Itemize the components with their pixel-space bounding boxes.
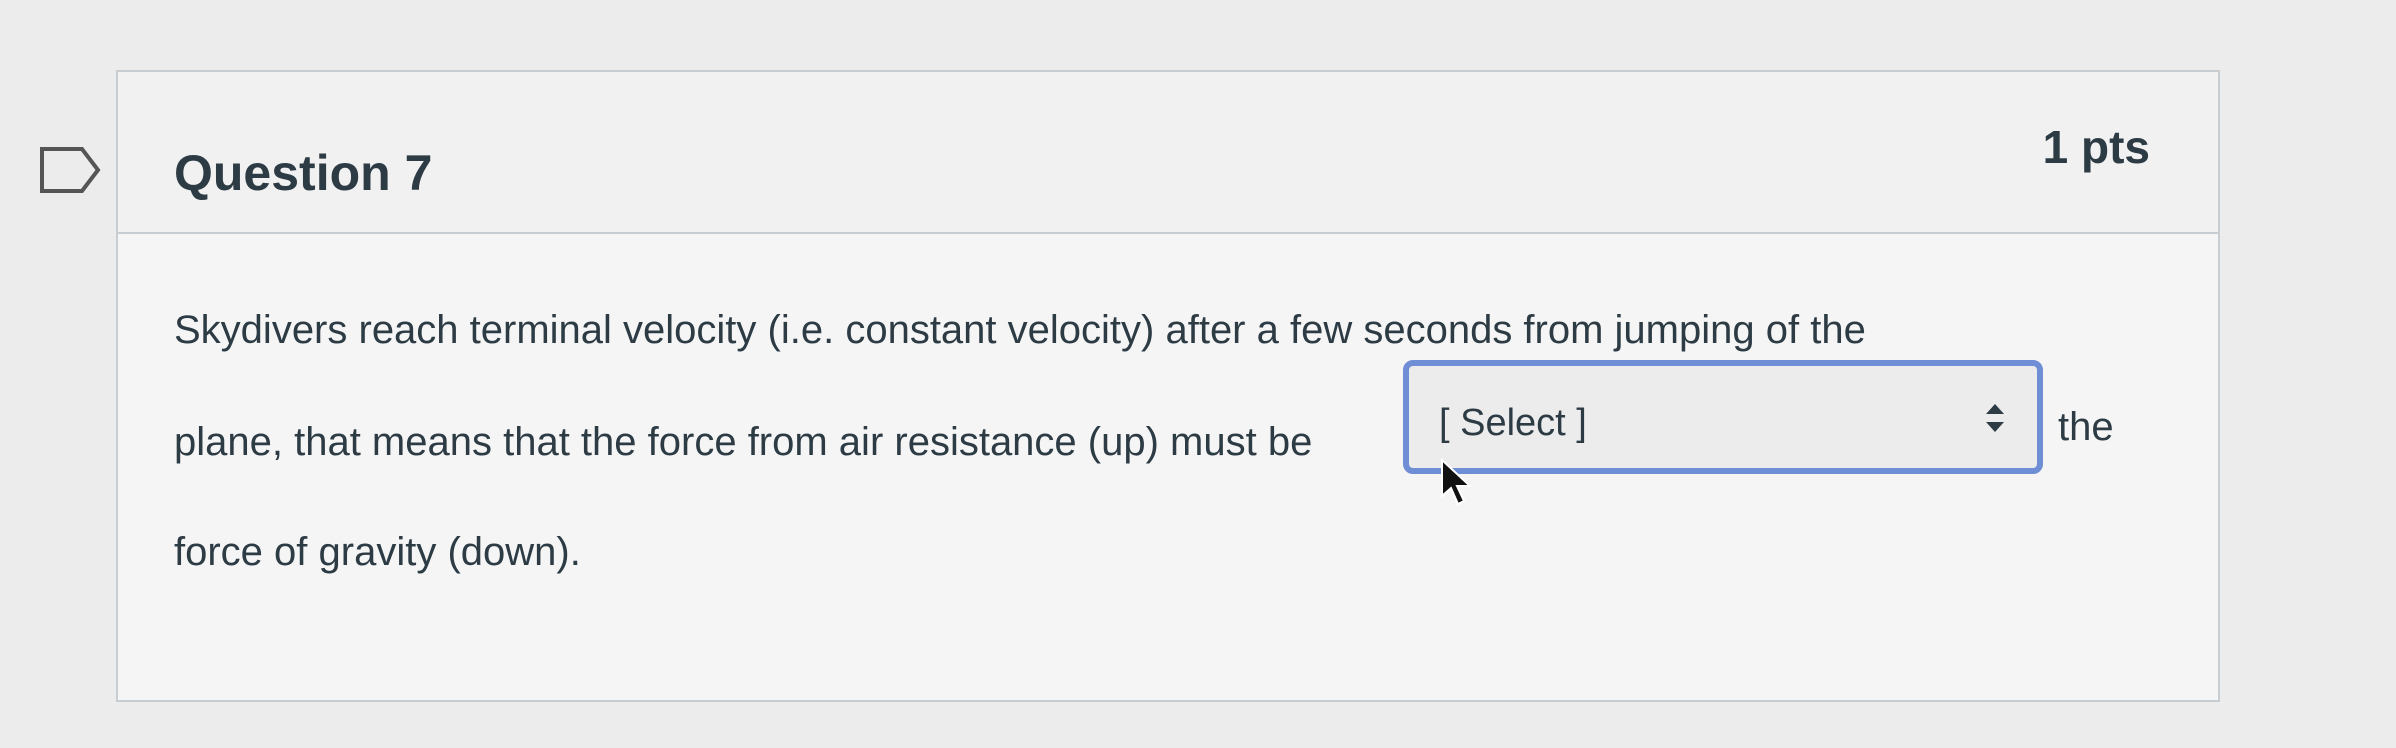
answer-select[interactable]: [ Select ] xyxy=(1403,360,2043,474)
mouse-pointer-icon xyxy=(1441,458,1473,506)
select-arrows-icon xyxy=(1986,404,2004,432)
question-points: 1 pts xyxy=(2042,121,2150,173)
question-card: Question 7 1 pts Skydivers reach termina… xyxy=(116,70,2220,702)
select-value: [ Select ] xyxy=(1439,402,1587,444)
question-text-line-3: force of gravity (down). xyxy=(174,530,581,574)
question-text-after-select: the xyxy=(2058,405,2114,449)
question-text-line-1: Skydivers reach terminal velocity (i.e. … xyxy=(174,308,1866,352)
question-title: Question 7 xyxy=(174,145,433,201)
question-header: Question 7 1 pts xyxy=(118,72,2218,234)
question-text-line-2: plane, that means that the force from ai… xyxy=(174,420,1313,464)
flag-question-icon[interactable] xyxy=(38,145,102,195)
